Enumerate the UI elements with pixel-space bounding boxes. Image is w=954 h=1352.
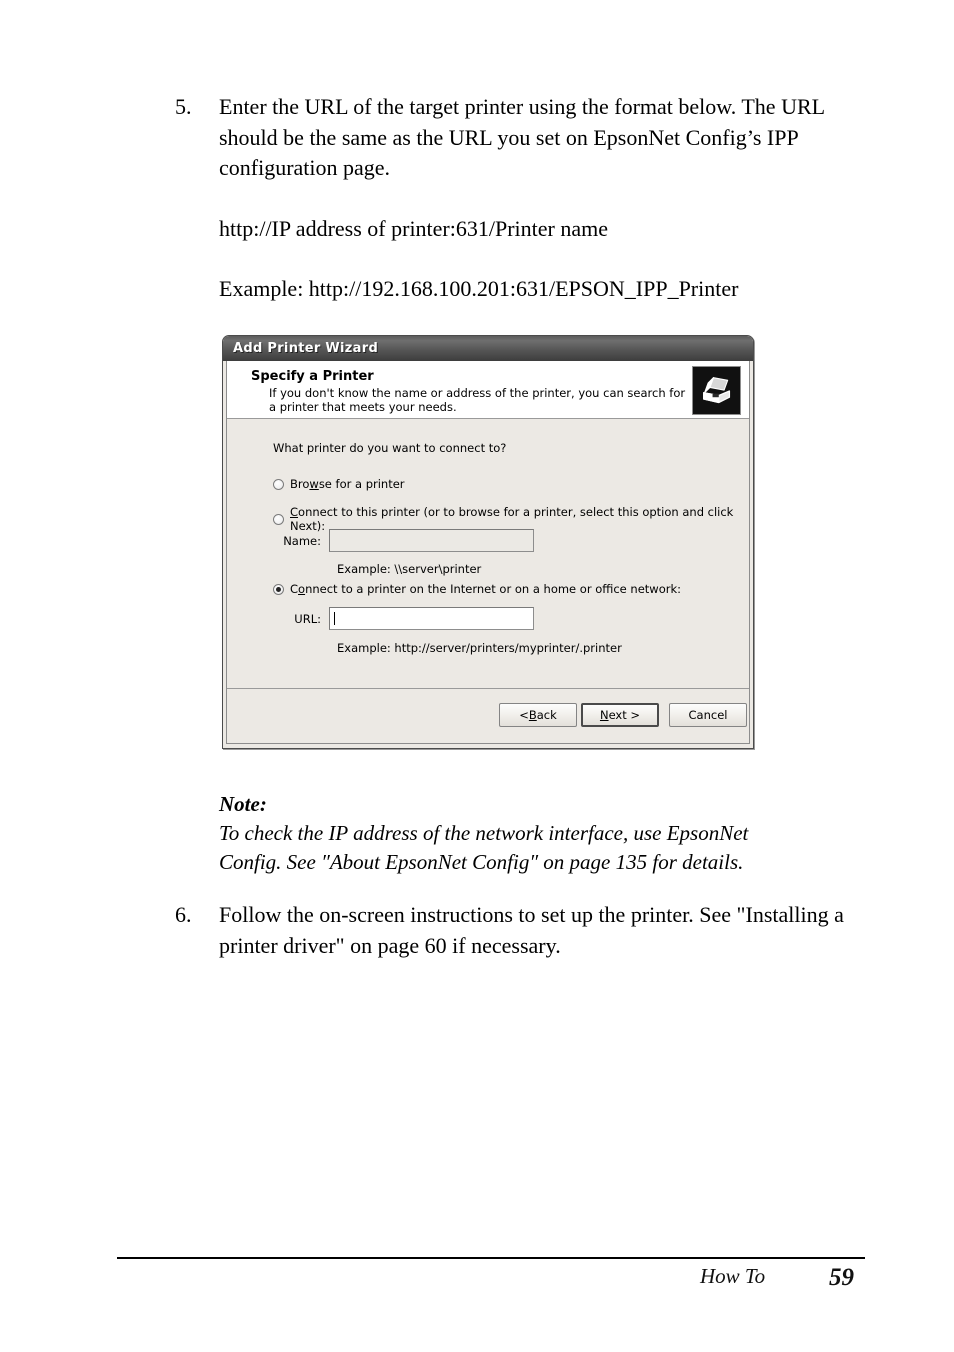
step-paragraph: Follow the on-screen instructions to set… xyxy=(219,902,844,958)
dialog-titlebar: Add Printer Wizard xyxy=(223,336,753,361)
note-title: Note: xyxy=(219,792,267,816)
text-caret xyxy=(334,612,335,625)
step-item-6: 6. Follow the on-screen instructions to … xyxy=(175,900,865,961)
radio-label: Browse for a printer xyxy=(290,477,405,491)
url-input[interactable] xyxy=(329,607,534,630)
note-block: Note: To check the IP address of the net… xyxy=(219,790,879,877)
radio-label: Connect to a printer on the Internet or … xyxy=(290,582,681,596)
name-example-text: Example: \\server\printer xyxy=(337,562,482,576)
footer-section-label: How To xyxy=(700,1264,766,1288)
radio-option-connect-internet-printer[interactable]: Connect to a printer on the Internet or … xyxy=(273,582,681,596)
radio-indicator[interactable] xyxy=(273,583,284,595)
cancel-button[interactable]: Cancel xyxy=(669,703,747,727)
url-format-line: http://IP address of printer:631/Printer… xyxy=(219,215,608,241)
dialog-title: Add Printer Wizard xyxy=(233,341,379,356)
step-number: 6. xyxy=(175,902,192,927)
printer-icon-glyph xyxy=(702,376,730,403)
step-content: Follow the on-screen instructions to set… xyxy=(219,900,865,961)
dialog-inner-frame: Specify a Printer If you don't know the … xyxy=(226,361,750,744)
footer-page-number: 59 xyxy=(829,1264,854,1291)
footer-divider xyxy=(117,1257,865,1259)
url-field-label: URL: xyxy=(294,611,321,626)
url-field-row: URL: xyxy=(273,607,534,630)
note-line-1: To check the IP address of the network i… xyxy=(219,821,749,845)
note-line-2: Config. See ″About EpsonNet Config″ on p… xyxy=(219,850,744,874)
next-button[interactable]: Next > xyxy=(581,703,659,727)
step-number: 5. xyxy=(175,94,192,119)
url-example-text: Example: http://server/printers/myprinte… xyxy=(337,641,622,655)
document-page: 5. Enter the URL of the target printer u… xyxy=(0,0,954,1352)
radio-indicator[interactable] xyxy=(273,478,284,490)
step-paragraph: Enter the URL of the target printer usin… xyxy=(219,94,825,180)
dialog-body: What printer do you want to connect to? … xyxy=(227,419,749,688)
step-item-5: 5. Enter the URL of the target printer u… xyxy=(175,92,865,305)
printer-icon xyxy=(692,366,741,415)
step-content: Enter the URL of the target printer usin… xyxy=(219,92,865,305)
name-input[interactable] xyxy=(329,529,534,552)
name-field-row: Name: xyxy=(273,529,534,552)
dialog-header-description: If you don't know the name or address of… xyxy=(269,386,686,414)
dialog-header-band: Specify a Printer If you don't know the … xyxy=(227,361,749,419)
radio-indicator[interactable] xyxy=(273,513,284,525)
dialog-header-title: Specify a Printer xyxy=(251,369,374,384)
add-printer-wizard-dialog: Add Printer Wizard Specify a Printer If … xyxy=(222,335,754,749)
name-field-label: Name: xyxy=(283,533,321,548)
radio-option-browse-for-printer[interactable]: Browse for a printer xyxy=(273,477,405,491)
url-example-line: Example: http://192.168.100.201:631/EPSO… xyxy=(219,276,739,301)
dialog-button-bar: < Back Next > Cancel xyxy=(227,688,749,743)
connect-question-label: What printer do you want to connect to? xyxy=(273,441,507,455)
back-button[interactable]: < Back xyxy=(499,703,577,727)
